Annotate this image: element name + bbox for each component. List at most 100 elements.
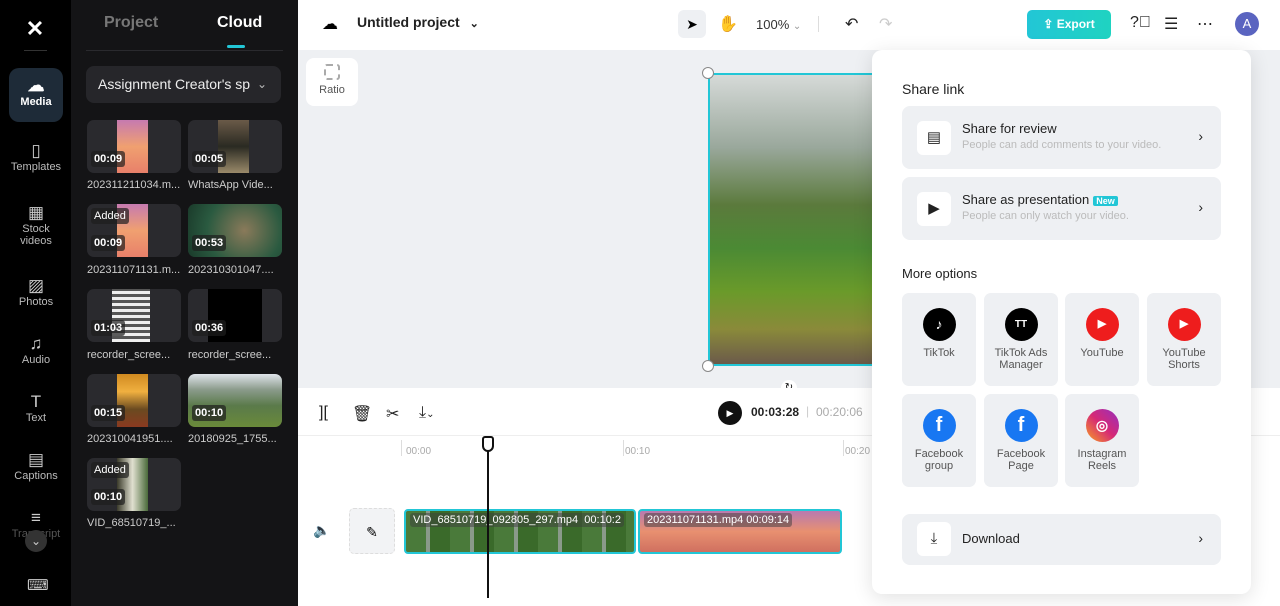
more-options-heading: More options xyxy=(902,266,978,281)
divider: | xyxy=(806,404,810,418)
undo-icon[interactable]: ↶ xyxy=(845,14,858,34)
tick-line xyxy=(843,440,844,456)
cloud-upload-icon: ☁ xyxy=(27,76,45,95)
media-card[interactable]: 00:09 xyxy=(87,120,181,173)
rail-item-audio[interactable]: ♫ Audio xyxy=(9,326,63,380)
media-name: WhatsApp Vide... xyxy=(188,179,273,191)
rail-item-media[interactable]: ☁ Media xyxy=(9,68,63,122)
rail-item-photos[interactable]: ▨ Photos xyxy=(9,268,63,322)
export-button[interactable]: ⇪ Export xyxy=(1027,10,1111,39)
layers-icon[interactable]: ☰ xyxy=(1164,14,1178,34)
rail-item-templates[interactable]: ▯ Templates xyxy=(9,133,63,187)
timeline-clip[interactable]: 202311071131.mp4 00:09:14 xyxy=(638,509,842,554)
media-card[interactable]: 00:36 xyxy=(188,289,282,342)
delete-icon[interactable]: 🗑 xyxy=(352,404,372,424)
music-icon: ♫ xyxy=(29,334,43,353)
redo-icon[interactable]: ↷ xyxy=(879,14,892,34)
media-card[interactable]: Added 00:09 xyxy=(87,204,181,257)
tick-label: 00:10 xyxy=(625,446,651,457)
media-name: recorder_scree... xyxy=(87,349,171,361)
share-as-presentation-button[interactable]: ▶ Share as presentation New People can on… xyxy=(902,177,1221,240)
tab-cloud[interactable]: Cloud xyxy=(217,14,262,32)
chevron-right-icon: › xyxy=(1198,530,1203,546)
video-preview[interactable] xyxy=(708,73,878,366)
timeline-clip[interactable]: VID_68510719_092805_297.mp4 00:10:2 xyxy=(404,509,636,554)
new-badge: New xyxy=(1093,196,1118,206)
templates-icon: ▯ xyxy=(31,141,41,160)
rail-item-stock-videos[interactable]: ▦ Stock videos xyxy=(9,195,63,255)
cut-silence-icon[interactable]: ✂ xyxy=(386,404,399,424)
option-facebook-page[interactable]: f Facebook Page xyxy=(984,394,1058,487)
chevron-down-icon: ⌄ xyxy=(792,21,802,32)
ratio-icon xyxy=(324,64,340,80)
divider xyxy=(818,16,819,32)
chevron-down-icon: ⌄ xyxy=(256,77,267,91)
cloud-sync-icon: ☁ xyxy=(322,16,338,33)
media-card[interactable]: 01:03 xyxy=(87,289,181,342)
option-youtube[interactable]: ▶ YouTube xyxy=(1065,293,1139,386)
play-button[interactable]: ▶ xyxy=(718,401,742,425)
tiktok-ads-icon: TT xyxy=(1004,308,1038,341)
chevron-right-icon: › xyxy=(1198,199,1203,215)
download-button[interactable]: ⤓ Download › xyxy=(902,514,1221,565)
share-popup: Share link ▤ Share for review People can… xyxy=(872,50,1251,594)
cursor-arrow-icon: ➤ xyxy=(686,16,698,32)
split-icon[interactable]: ][ xyxy=(319,404,328,422)
divider xyxy=(24,50,47,51)
option-facebook-group[interactable]: f Facebook group xyxy=(902,394,976,487)
pencil-icon: ✎ xyxy=(366,524,378,540)
media-card[interactable]: 00:05 xyxy=(188,120,282,173)
tiktok-icon: ♪ xyxy=(922,308,956,341)
option-tiktok[interactable]: ♪ TikTok xyxy=(902,293,976,386)
media-card[interactable]: 00:53 xyxy=(188,204,282,257)
active-tab-indicator xyxy=(227,45,245,48)
hand-tool-icon[interactable]: ✋ xyxy=(718,14,738,34)
select-tool-button[interactable]: ➤ xyxy=(678,10,706,38)
download-dropdown-icon[interactable]: ⤓⌄ xyxy=(419,404,434,422)
resize-handle[interactable] xyxy=(702,67,714,79)
playhead-handle[interactable] xyxy=(482,436,494,452)
avatar[interactable]: A xyxy=(1235,12,1259,36)
rail-item-text[interactable]: T Text xyxy=(9,384,63,438)
more-icon[interactable]: ⋯ xyxy=(1197,14,1213,34)
ratio-button[interactable]: Ratio xyxy=(306,58,358,106)
project-title[interactable]: Untitled project ⌄ xyxy=(357,14,479,30)
cover-edit-button[interactable]: ✎ xyxy=(349,508,395,554)
media-name: recorder_scree... xyxy=(188,349,272,361)
youtube-icon: ▶ xyxy=(1085,308,1119,341)
zoom-dropdown[interactable]: 100% ⌄ xyxy=(756,17,801,32)
youtube-shorts-icon: ▶ xyxy=(1167,308,1201,341)
film-icon: ▦ xyxy=(27,203,45,222)
facebook-icon: f xyxy=(922,409,956,442)
option-instagram-reels[interactable]: ◎ Instagram Reels xyxy=(1065,394,1139,487)
total-time: 00:20:06 xyxy=(816,405,863,419)
facebook-icon: f xyxy=(1004,409,1038,442)
media-card[interactable]: Added 00:10 xyxy=(87,458,181,511)
option-youtube-shorts[interactable]: ▶ YouTube Shorts xyxy=(1147,293,1221,386)
space-dropdown[interactable]: Assignment Creator's sp ⌄ xyxy=(86,66,281,103)
rail-item-captions[interactable]: ▤ Captions xyxy=(9,442,63,496)
download-icon: ⤓ xyxy=(917,522,951,556)
image-icon: ▨ xyxy=(27,276,45,295)
media-name: 202311071131.m... xyxy=(87,264,181,276)
playhead[interactable] xyxy=(487,436,489,598)
capcut-logo-icon[interactable]: ✕ xyxy=(22,16,48,42)
rail-expand-button[interactable]: ⌄ xyxy=(25,530,47,552)
tab-project[interactable]: Project xyxy=(104,14,158,32)
volume-icon[interactable]: 🔈 xyxy=(313,522,330,539)
media-card[interactable]: 00:10 xyxy=(188,374,282,427)
help-icon[interactable]: ?⃝ xyxy=(1130,14,1151,32)
tick-label: 00:20 xyxy=(845,446,871,457)
keyboard-icon[interactable]: ⌨ xyxy=(27,576,49,594)
option-tiktok-ads-manager[interactable]: TT TikTok Ads Manager xyxy=(984,293,1058,386)
share-for-review-button[interactable]: ▤ Share for review People can add commen… xyxy=(902,106,1221,169)
media-name: 202310301047.... xyxy=(188,264,274,276)
comment-icon: ▤ xyxy=(917,121,951,155)
resize-handle[interactable] xyxy=(702,360,714,372)
divider xyxy=(86,50,283,51)
tick-line xyxy=(623,440,624,456)
media-card[interactable]: 00:15 xyxy=(87,374,181,427)
share-link-heading: Share link xyxy=(902,81,965,97)
media-name: VID_68510719_... xyxy=(87,517,176,529)
media-name: 202310041951.... xyxy=(87,433,173,445)
